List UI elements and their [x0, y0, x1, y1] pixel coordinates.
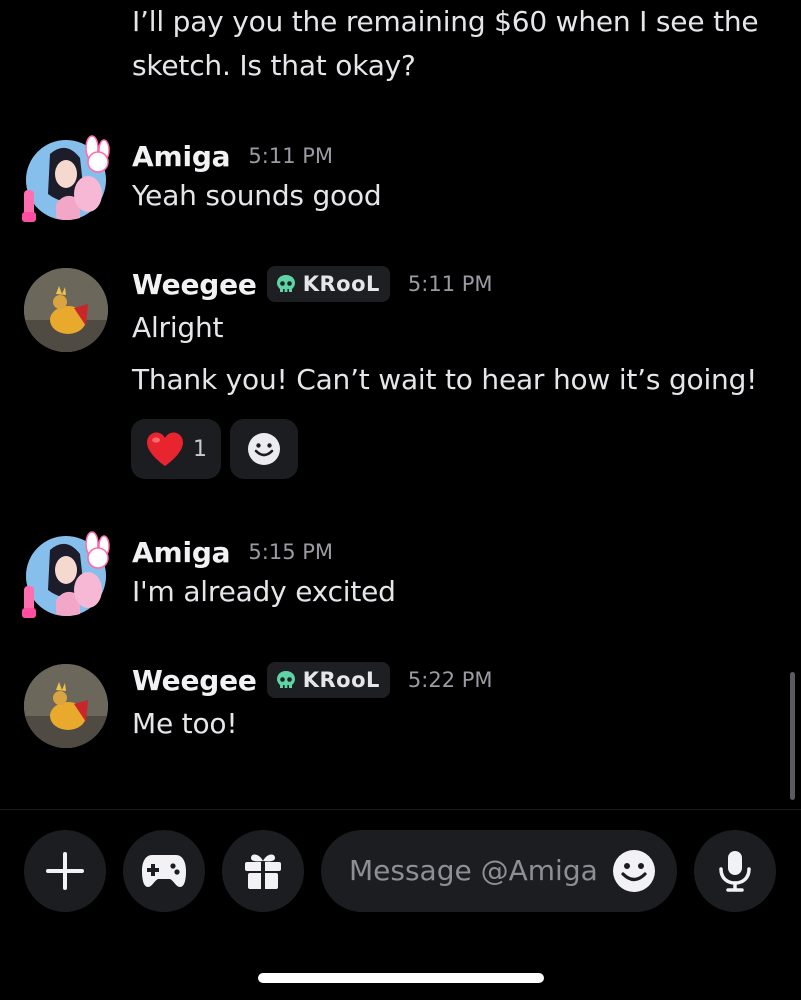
add-reaction-icon	[248, 433, 280, 465]
emoji-button[interactable]	[611, 848, 657, 898]
plus-icon	[46, 852, 84, 890]
skull-icon	[276, 671, 295, 688]
message-line: I'm already excited	[132, 575, 396, 608]
heart-emoji	[147, 432, 183, 466]
reaction-count: 1	[193, 436, 207, 462]
message-line: Yeah sounds good	[132, 179, 382, 212]
timestamp: 5:22 PM	[407, 668, 493, 692]
clan-tag[interactable]: KRooL	[266, 662, 390, 698]
avatar-amiga[interactable]	[22, 531, 110, 618]
emoji-icon	[613, 850, 655, 892]
message-input[interactable]: Message @Amiga	[321, 830, 677, 912]
voice-message-button[interactable]	[694, 830, 776, 912]
composer-divider	[0, 809, 801, 810]
message-line: Alright	[132, 311, 224, 344]
message-line: Me too!	[132, 707, 238, 740]
activities-button[interactable]	[123, 830, 205, 912]
username[interactable]: Amiga	[132, 140, 231, 173]
avatar-weegee[interactable]	[24, 268, 108, 352]
message-input-placeholder: Message @Amiga	[349, 854, 598, 887]
timestamp: 5:15 PM	[248, 540, 334, 564]
gift-icon	[245, 854, 281, 889]
skull-icon	[276, 275, 295, 292]
timestamp: 5:11 PM	[248, 144, 334, 168]
avatar-weegee[interactable]	[24, 664, 108, 748]
avatar-amiga[interactable]	[22, 135, 110, 222]
gift-button[interactable]	[222, 830, 304, 912]
add-reaction-button[interactable]	[230, 419, 298, 479]
chat-messages: I’ll pay you the remaining $60 when I se…	[0, 0, 801, 808]
message-line: Thank you! Can’t wait to hear how it’s g…	[132, 363, 758, 396]
home-indicator[interactable]	[258, 973, 544, 983]
timestamp: 5:11 PM	[407, 272, 493, 296]
username[interactable]: Weegee	[132, 268, 257, 301]
gamepad-icon	[142, 855, 186, 887]
add-attachment-button[interactable]	[24, 830, 106, 912]
username[interactable]: Amiga	[132, 536, 231, 569]
reaction-heart[interactable]: 1	[131, 419, 221, 479]
message-line: I’ll pay you the remaining $60 when I se…	[132, 5, 759, 38]
clan-tag-label: KRooL	[302, 668, 380, 692]
microphone-icon	[719, 851, 751, 892]
clan-tag[interactable]: KRooL	[266, 266, 390, 302]
scrollbar[interactable]	[790, 672, 795, 800]
clan-tag-label: KRooL	[302, 272, 380, 296]
message-line: sketch. Is that okay?	[132, 49, 416, 82]
username[interactable]: Weegee	[132, 664, 257, 697]
